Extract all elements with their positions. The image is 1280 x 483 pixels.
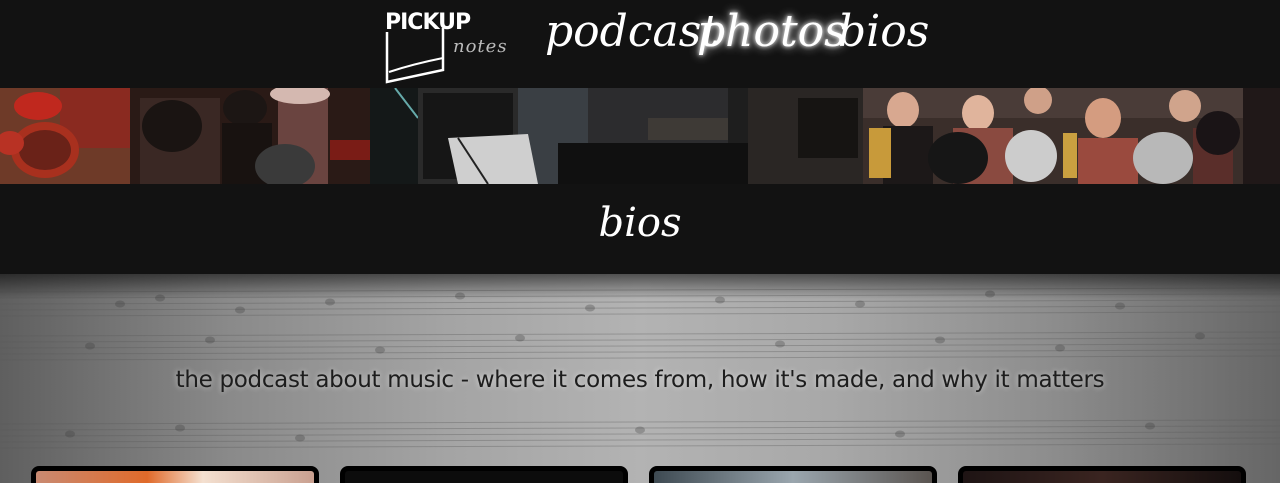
logo-word: PICKUP	[385, 10, 471, 35]
logo-subword: notes	[453, 36, 508, 57]
bio-card[interactable]	[340, 466, 628, 483]
site-logo[interactable]: PICKUP notes	[383, 6, 515, 84]
banner-photo-drummer	[0, 88, 418, 184]
nav-link-photos[interactable]: photos	[697, 6, 847, 57]
bio-card-photo	[654, 471, 932, 483]
bio-card-photo	[345, 471, 623, 483]
section-title: bios	[598, 200, 682, 246]
bio-card[interactable]	[649, 466, 937, 483]
podcast-tagline: the podcast about music - where it comes…	[175, 367, 1105, 393]
bio-card-photo	[36, 471, 314, 483]
bio-card-photo	[963, 471, 1241, 483]
photo-banner	[0, 88, 1280, 184]
nav-link-bios[interactable]: bios	[838, 6, 929, 57]
hero-banner: the podcast about music - where it comes…	[0, 274, 1280, 483]
banner-photo-music-stand	[418, 88, 863, 184]
banner-photo-sax-section	[863, 88, 1280, 184]
nav-link-podcast[interactable]: podcast	[545, 6, 719, 57]
bio-card[interactable]	[31, 466, 319, 483]
section-header: bios	[0, 184, 1280, 274]
bio-card[interactable]	[958, 466, 1246, 483]
bio-card-row	[0, 466, 1280, 483]
top-navigation-bar: PICKUP notes podcast photos bios	[0, 0, 1280, 88]
